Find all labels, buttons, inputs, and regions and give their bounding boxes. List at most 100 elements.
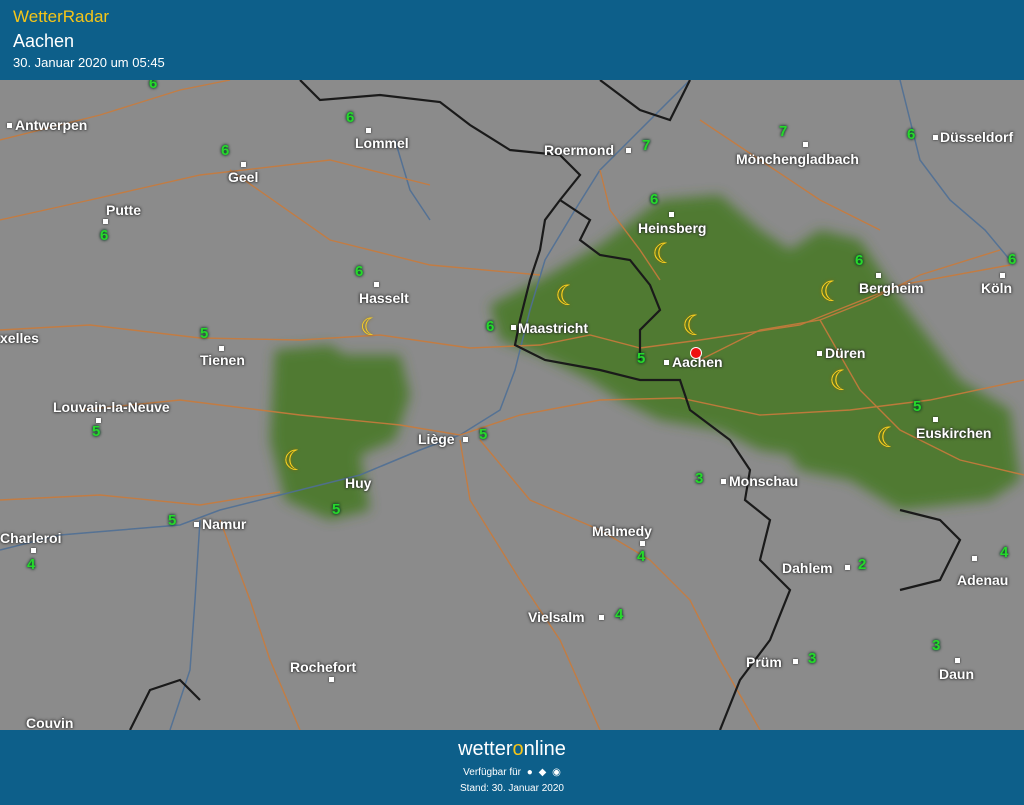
city-marker: [366, 128, 371, 133]
city-marker: [511, 325, 516, 330]
temperature-value: 5: [332, 501, 341, 518]
city-label-moenchengladbach[interactable]: Mönchengladbach: [736, 151, 859, 167]
city-label-dueren[interactable]: Düren: [825, 345, 865, 361]
temperature-value: 6: [149, 80, 158, 92]
data-stand: Stand: 30. Januar 2020: [460, 783, 564, 794]
city-marker: [599, 615, 604, 620]
city-label-heinsberg[interactable]: Heinsberg: [638, 220, 706, 236]
city-label-hasselt[interactable]: Hasselt: [359, 290, 409, 306]
city-marker: [803, 142, 808, 147]
moon-icon: ☾: [876, 422, 902, 453]
temperature-value: 4: [27, 556, 36, 573]
temperature-value: 5: [92, 423, 101, 440]
city-label-charleroi[interactable]: Charleroi: [0, 530, 61, 546]
temperature-value: 4: [1000, 544, 1009, 561]
availability-line: Verfügbar für ● ◆ ◉: [0, 767, 1024, 778]
city-marker: [933, 417, 938, 422]
temperature-value: 6: [486, 318, 495, 335]
moon-icon: ☾: [555, 280, 581, 311]
temperature-value: 2: [858, 556, 867, 573]
temperature-value: 6: [650, 191, 659, 208]
city-label-maastricht[interactable]: Maastricht: [518, 320, 588, 336]
city-label-roermond[interactable]: Roermond: [544, 142, 614, 158]
web-icon[interactable]: ◉: [552, 767, 561, 778]
city-label-huy[interactable]: Huy: [345, 475, 371, 491]
city-label-euskirchen[interactable]: Euskirchen: [916, 425, 991, 441]
city-label-louvain-la-neuve[interactable]: Louvain-la-Neuve: [53, 399, 170, 415]
city-marker: [7, 123, 12, 128]
temperature-value: 7: [779, 123, 788, 140]
city-label-liege[interactable]: Liège: [418, 431, 455, 447]
city-marker: [793, 659, 798, 664]
city-marker: [329, 677, 334, 682]
brand-logo[interactable]: wetteronline: [0, 738, 1024, 761]
temperature-value: 5: [200, 325, 209, 342]
city-label-monschau[interactable]: Monschau: [729, 473, 798, 489]
temperature-value: 7: [642, 137, 651, 154]
timestamp: 30. Januar 2020 um 05:45: [13, 55, 165, 70]
city-label-rochefort[interactable]: Rochefort: [290, 659, 356, 675]
android-icon[interactable]: ●: [527, 767, 533, 778]
city-label-bergheim[interactable]: Bergheim: [859, 280, 924, 296]
city-label-lommel[interactable]: Lommel: [355, 135, 409, 151]
availability-text: Verfügbar für: [463, 767, 521, 778]
temperature-value: 6: [907, 126, 916, 143]
city-marker: [664, 360, 669, 365]
location-pin-icon[interactable]: [690, 347, 702, 359]
temperature-value: 6: [1008, 251, 1017, 268]
city-label-koeln[interactable]: Köln: [981, 280, 1012, 296]
radar-map[interactable]: Antwerpen Lommel Roermond Mönchengladbac…: [0, 80, 1024, 730]
moon-icon: ☾: [819, 276, 845, 307]
location-title: Aachen: [13, 31, 75, 51]
temperature-value: 5: [637, 350, 646, 367]
apple-icon[interactable]: ◆: [539, 767, 547, 778]
city-marker: [721, 479, 726, 484]
temperature-value: 4: [637, 548, 646, 565]
city-label-antwerpen[interactable]: Antwerpen: [15, 117, 87, 133]
moon-icon: ☾: [829, 365, 855, 396]
city-marker: [817, 351, 822, 356]
temperature-value: 3: [808, 650, 817, 667]
city-marker: [103, 219, 108, 224]
city-label-tienen[interactable]: Tienen: [200, 352, 245, 368]
temperature-value: 4: [615, 606, 624, 623]
city-label-bruxelles[interactable]: xelles: [0, 330, 39, 346]
temperature-value: 6: [221, 142, 230, 159]
city-label-namur[interactable]: Namur: [202, 516, 246, 532]
city-label-pruem[interactable]: Prüm: [746, 654, 782, 670]
city-label-duesseldorf[interactable]: Düsseldorf: [940, 129, 1013, 145]
city-marker: [626, 148, 631, 153]
city-marker: [463, 437, 468, 442]
moon-icon: ☾: [283, 445, 309, 476]
temperature-value: 6: [855, 252, 864, 269]
brand-text-accent: o: [512, 738, 524, 760]
city-label-daun[interactable]: Daun: [939, 666, 974, 682]
header: WetterRadar Aachen 30. Januar 2020 um 05…: [0, 0, 1024, 80]
city-marker: [31, 548, 36, 553]
city-marker: [219, 346, 224, 351]
city-marker: [955, 658, 960, 663]
city-marker: [194, 522, 199, 527]
footer: wetteronline Verfügbar für ● ◆ ◉ Stand: …: [0, 730, 1024, 805]
moon-icon: ☾: [360, 314, 382, 341]
city-marker: [845, 565, 850, 570]
city-label-couvin[interactable]: Couvin: [26, 715, 73, 730]
city-label-dahlem[interactable]: Dahlem: [782, 560, 833, 576]
city-label-vielsalm[interactable]: Vielsalm: [528, 609, 585, 625]
app-frame: WetterRadar Aachen 30. Januar 2020 um 05…: [0, 0, 1024, 805]
temperature-value: 5: [168, 512, 177, 529]
city-marker: [640, 541, 645, 546]
temperature-value: 6: [355, 263, 364, 280]
city-label-adenau[interactable]: Adenau: [957, 572, 1008, 588]
city-marker: [933, 135, 938, 140]
app-title: WetterRadar: [13, 7, 110, 26]
city-label-putte[interactable]: Putte: [106, 202, 141, 218]
moon-icon: ☾: [652, 238, 678, 269]
temperature-value: 5: [479, 426, 488, 443]
city-marker: [972, 556, 977, 561]
city-label-geel[interactable]: Geel: [228, 169, 258, 185]
city-label-malmedy[interactable]: Malmedy: [592, 523, 652, 539]
city-marker: [374, 282, 379, 287]
city-marker: [1000, 273, 1005, 278]
temperature-value: 6: [100, 227, 109, 244]
